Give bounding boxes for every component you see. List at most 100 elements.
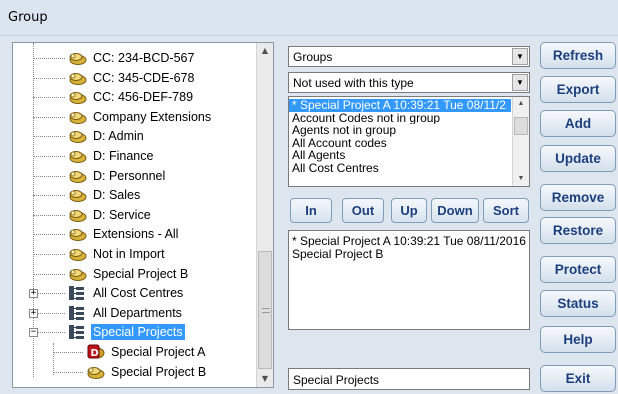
help-button[interactable]: Help [540, 326, 616, 353]
group-name-field[interactable]: Special Projects [288, 368, 530, 390]
scroll-up-icon[interactable]: ▲ [513, 97, 529, 111]
group-folder-icon [85, 364, 105, 380]
tree-item[interactable]: All Cost Centres [67, 283, 257, 303]
collapse-icon[interactable]: − [29, 328, 38, 338]
source-list-scrollbar[interactable]: ▲ ▼ [512, 97, 529, 186]
tree-item-label: CC: 234-BCD-567 [93, 51, 195, 65]
out-button[interactable]: Out [342, 198, 384, 223]
org-tree-icon [67, 324, 87, 340]
tree-item-label: All Cost Centres [93, 286, 184, 301]
group-folder-icon [67, 266, 87, 282]
tree-item-label: Special Project B [93, 266, 189, 281]
tree-item[interactable]: Special Project B [85, 362, 257, 382]
tree-guide-line [33, 234, 65, 236]
tree-item[interactable]: D: Personnel [67, 166, 257, 186]
window-title: Group [8, 10, 48, 25]
tree-item[interactable]: D: Finance [67, 146, 257, 166]
tree-guide-line [53, 343, 54, 375]
scroll-down-icon[interactable]: ▼ [257, 371, 273, 387]
tree-item[interactable]: Company Extensions [67, 107, 257, 127]
tree-item[interactable]: CC: 345-CDE-678 [67, 68, 257, 88]
dropdown-arrow-icon[interactable]: ▼ [512, 74, 528, 91]
list-item[interactable]: All Cost Centres [289, 162, 511, 175]
scrollbar-thumb[interactable] [258, 251, 272, 369]
tree-guide-line [33, 254, 65, 255]
tree-item[interactable]: Not in Import [67, 244, 257, 264]
refresh-button[interactable]: Refresh [540, 42, 616, 69]
member-item[interactable]: Special Project B [292, 248, 526, 261]
list-item[interactable]: * Special Project A 10:39:21 Tue 08/11/2 [289, 99, 511, 112]
exit-button[interactable]: Exit [540, 365, 616, 392]
expand-icon[interactable]: + [29, 308, 38, 318]
tree-item[interactable]: D Special Project A [85, 342, 257, 362]
list-item[interactable]: All Agents [289, 149, 511, 162]
tree-item-label: CC: 456-DEF-789 [93, 90, 194, 105]
tree-item-label: Special Projects [91, 324, 185, 341]
protect-button[interactable]: Protect [540, 256, 616, 283]
tree-guide-line [33, 136, 65, 138]
tree-item[interactable]: D: Service [67, 205, 257, 225]
title-bar: Group [0, 0, 618, 36]
tree-item[interactable]: Extensions - All [67, 224, 257, 244]
group-folder-icon [67, 168, 87, 184]
tree-guide-line [33, 175, 65, 177]
list-item[interactable]: Account Codes not in group [289, 112, 511, 125]
type-select-value: Groups [293, 50, 333, 64]
list-item[interactable]: All Account codes [289, 137, 511, 150]
tree-scrollbar[interactable]: ▲ ▼ [256, 43, 273, 387]
tree-item[interactable]: D: Admin [67, 126, 257, 146]
scrollbar-thumb[interactable] [514, 117, 528, 135]
tree-item[interactable]: Special Projects [67, 322, 257, 342]
group-folder-icon [67, 89, 87, 105]
sort-button[interactable]: Sort [483, 198, 529, 223]
tree-guide-line [53, 371, 83, 373]
tree-item[interactable]: CC: 456-DEF-789 [67, 87, 257, 107]
list-item[interactable]: Agents not in group [289, 124, 511, 137]
members-list[interactable]: * Special Project A 10:39:21 Tue 08/11/2… [288, 230, 530, 330]
group-folder-icon [67, 70, 87, 86]
tree-item-label: Special Project B [111, 364, 207, 379]
scroll-up-icon[interactable]: ▲ [257, 43, 273, 59]
tree-item-label: Special Project A [111, 345, 206, 359]
tree-item[interactable]: CC: 234-BCD-567 [67, 48, 257, 68]
tree-item-label: D: Finance [93, 149, 154, 163]
tree-item-label: Extensions - All [93, 227, 179, 242]
org-tree-icon [67, 285, 87, 301]
restore-button[interactable]: Restore [540, 217, 616, 244]
tree-guide-line [53, 352, 83, 353]
update-button[interactable]: Update [540, 145, 616, 172]
tree-guide-line [33, 195, 65, 197]
tree-item-label: Company Extensions [93, 109, 212, 124]
tree-guide-line [33, 273, 65, 275]
status-button[interactable]: Status [540, 290, 616, 317]
down-button[interactable]: Down [431, 198, 479, 223]
tree-item[interactable]: D: Sales [67, 185, 257, 205]
in-button[interactable]: In [290, 198, 332, 223]
group-tree[interactable]: ▲ ▼ CC: 234-BCD-567 CC: 345-CDE-678 CC: 45… [12, 42, 274, 388]
up-button[interactable]: Up [391, 198, 427, 223]
tree-guide-line [33, 214, 65, 216]
svg-text:D: D [91, 348, 99, 359]
tree-item[interactable]: Special Project B [67, 264, 257, 284]
group-folder-icon [67, 109, 87, 125]
add-button[interactable]: Add [540, 110, 616, 137]
tree-item-label: D: Personnel [93, 168, 166, 183]
tree-guide-line [33, 156, 65, 157]
scroll-down-icon[interactable]: ▼ [513, 172, 529, 186]
grip-icon [262, 308, 270, 313]
group-folder-icon [67, 226, 87, 242]
expand-icon[interactable]: + [29, 289, 38, 299]
source-list[interactable]: * Special Project A 10:39:21 Tue 08/11/2… [288, 96, 530, 187]
remove-button[interactable]: Remove [540, 184, 616, 211]
tree-item[interactable]: All Departments [67, 303, 257, 323]
group-folder-icon [67, 148, 87, 164]
dropdown-arrow-icon[interactable]: ▼ [512, 48, 528, 65]
tree-item-label: D: Service [93, 207, 151, 222]
export-button[interactable]: Export [540, 76, 616, 103]
org-tree-icon [67, 305, 87, 321]
group-folder-icon [67, 50, 87, 66]
tree-item-label: Not in Import [93, 247, 165, 261]
filter-select[interactable]: Not used with this type ▼ [288, 72, 530, 93]
tree-guide-line [33, 58, 65, 59]
type-select[interactable]: Groups ▼ [288, 46, 530, 67]
